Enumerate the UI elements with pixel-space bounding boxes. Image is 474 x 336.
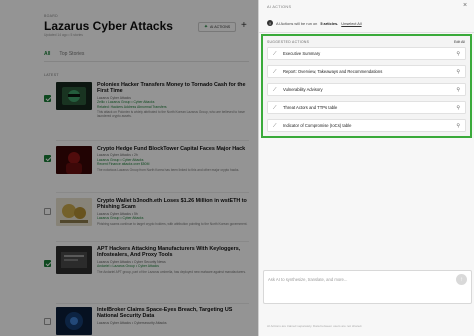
- action-label: Report: Overview, Takeaways and Recommen…: [283, 69, 383, 74]
- action-label: Threat Actors and TTPs table: [283, 105, 338, 110]
- pin-icon[interactable]: ⚲: [456, 51, 460, 57]
- action-threat-actors-table[interactable]: ⟋ Threat Actors and TTPs table ⚲: [267, 101, 466, 114]
- wand-icon: ⟋: [273, 86, 277, 93]
- selection-notice-text: AI Actions will be run on: [276, 20, 318, 26]
- pin-icon[interactable]: ⚲: [456, 105, 460, 111]
- wand-icon: ⟋: [273, 104, 277, 111]
- close-icon[interactable]: ×: [463, 2, 467, 9]
- info-icon: !: [267, 20, 273, 26]
- action-report[interactable]: ⟋ Report: Overview, Takeaways and Recomm…: [267, 65, 466, 78]
- board-feed: BOARD Lazarus Cyber Attacks Updated 14 a…: [0, 0, 258, 336]
- edit-all-button[interactable]: Edit All: [454, 40, 465, 44]
- modal-overlay[interactable]: [0, 0, 258, 336]
- wand-icon: ⟋: [273, 68, 277, 75]
- ai-prompt-composer: ↑: [263, 270, 472, 304]
- panel-title: AI ACTIONS: [267, 5, 292, 9]
- suggested-actions-header: SUGGESTED ACTIONS: [267, 40, 310, 44]
- wand-icon: ⟋: [273, 50, 277, 57]
- action-executive-summary[interactable]: ⟋ Executive Summary ⚲: [267, 47, 466, 60]
- action-label: Indicator of Compromise (IoCs) table: [283, 123, 352, 128]
- wand-icon: ⟋: [273, 122, 277, 129]
- ai-actions-panel: AI ACTIONS × ! AI Actions will be run on…: [258, 0, 474, 336]
- suggested-actions: SUGGESTED ACTIONS Edit All ⟋ Executive S…: [261, 34, 472, 138]
- action-label: Vulnerability Advisory: [283, 87, 323, 92]
- action-label: Executive Summary: [283, 51, 321, 56]
- pin-icon[interactable]: ⚲: [456, 123, 460, 129]
- disclaimer-text: AI Actions are trained separately. Data …: [267, 324, 363, 328]
- ai-prompt-input[interactable]: [268, 275, 448, 283]
- selection-count: 5 articles.: [320, 20, 339, 26]
- selection-notice: ! AI Actions will be run on 5 articles. …: [267, 20, 362, 26]
- pin-icon[interactable]: ⚲: [456, 87, 460, 93]
- divider: [259, 32, 474, 33]
- send-button[interactable]: ↑: [456, 274, 467, 285]
- action-ioc-table[interactable]: ⟋ Indicator of Compromise (IoCs) table ⚲: [267, 119, 466, 132]
- pin-icon[interactable]: ⚲: [456, 69, 460, 75]
- action-vulnerability-advisory[interactable]: ⟋ Vulnerability Advisory ⚲: [267, 83, 466, 96]
- app-window: BOARD Lazarus Cyber Attacks Updated 14 a…: [0, 0, 474, 336]
- unselect-all-link[interactable]: Unselect All: [341, 21, 361, 26]
